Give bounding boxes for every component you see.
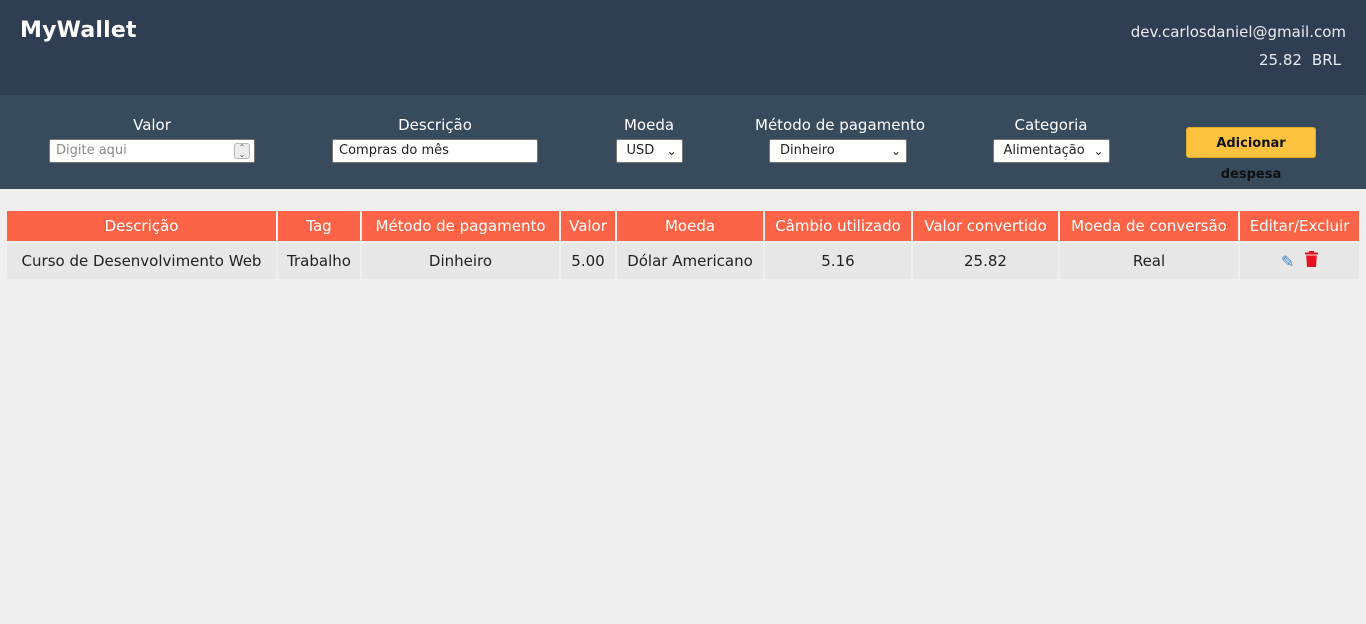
col-moeda: Moeda	[617, 211, 763, 241]
cell-valor-convertido: 25.82	[913, 243, 1058, 279]
cell-valor: 5.00	[561, 243, 615, 279]
descricao-input[interactable]: Compras do mês	[332, 139, 538, 163]
moeda-value: USD	[626, 143, 655, 158]
app-logo: MyWallet	[20, 18, 137, 43]
valor-label: Valor	[133, 116, 171, 134]
user-email: dev.carlosdaniel@gmail.com	[1130, 23, 1346, 41]
cell-moeda-conversao: Real	[1060, 243, 1238, 279]
cell-moeda: Dólar Americano	[617, 243, 763, 279]
moeda-field: Moeda USD ⌄	[606, 115, 692, 163]
chevron-down-icon: ⌄	[666, 144, 677, 158]
cell-cambio: 5.16	[765, 243, 911, 279]
categoria-label: Categoria	[1014, 116, 1088, 134]
metodo-label: Método de pagamento	[755, 116, 926, 134]
col-valor-convertido: Valor convertido	[913, 211, 1058, 241]
col-metodo: Método de pagamento	[362, 211, 559, 241]
categoria-field: Categoria Alimentação ⌄	[992, 115, 1110, 163]
cell-metodo: Dinheiro	[362, 243, 559, 279]
metodo-value: Dinheiro	[780, 143, 835, 158]
metodo-field: Método de pagamento Dinheiro ⌄	[755, 115, 926, 163]
valor-placeholder: Digite aqui	[56, 143, 127, 158]
categoria-value: Alimentação	[1003, 143, 1085, 158]
col-moeda-conversao: Moeda de conversão	[1060, 211, 1238, 241]
col-valor: Valor	[561, 211, 615, 241]
cell-actions: ✎	[1240, 243, 1359, 279]
descricao-value: Compras do mês	[339, 143, 449, 158]
add-expense-button[interactable]: Adicionar despesa	[1186, 127, 1316, 182]
valor-field: Valor Digite aqui ⌃ ⌄	[49, 115, 255, 163]
col-descricao: Descrição	[7, 211, 276, 241]
moeda-label: Moeda	[623, 116, 675, 134]
pencil-icon[interactable]: ✎	[1281, 252, 1294, 271]
total-value: 25.82	[1258, 51, 1302, 69]
trash-icon[interactable]	[1305, 251, 1319, 271]
table-row: Curso de Desenvolvimento Web Trabalho Di…	[7, 243, 1359, 279]
expense-form: Valor Digite aqui ⌃ ⌄ Descrição Compras d…	[0, 95, 1366, 189]
table-header-row: Descrição Tag Método de pagamento Valor …	[7, 211, 1359, 241]
number-spinner-icon[interactable]: ⌃ ⌄	[234, 143, 250, 159]
user-info: dev.carlosdaniel@gmail.com 25.82 BRL	[1131, 22, 1346, 70]
total-currency: BRL	[1311, 51, 1341, 69]
col-editar-excluir: Editar/Excluir	[1240, 211, 1359, 241]
expenses-table: Descrição Tag Método de pagamento Valor …	[5, 209, 1361, 281]
chevron-down-icon: ⌄	[890, 144, 901, 158]
app-header: MyWallet dev.carlosdaniel@gmail.com 25.8…	[0, 0, 1366, 95]
cell-descricao: Curso de Desenvolvimento Web	[7, 243, 276, 279]
categoria-select[interactable]: Alimentação ⌄	[992, 139, 1110, 163]
col-cambio: Câmbio utilizado	[765, 211, 911, 241]
valor-input[interactable]: Digite aqui ⌃ ⌄	[49, 139, 255, 163]
descricao-label: Descrição	[398, 116, 472, 134]
descricao-field: Descrição Compras do mês	[332, 115, 538, 163]
col-tag: Tag	[278, 211, 360, 241]
moeda-select[interactable]: USD ⌄	[615, 139, 683, 163]
chevron-down-icon: ⌄	[1093, 144, 1104, 158]
total-expenses: 25.82 BRL	[1131, 50, 1346, 70]
metodo-select[interactable]: Dinheiro ⌄	[769, 139, 907, 163]
cell-tag: Trabalho	[278, 243, 360, 279]
